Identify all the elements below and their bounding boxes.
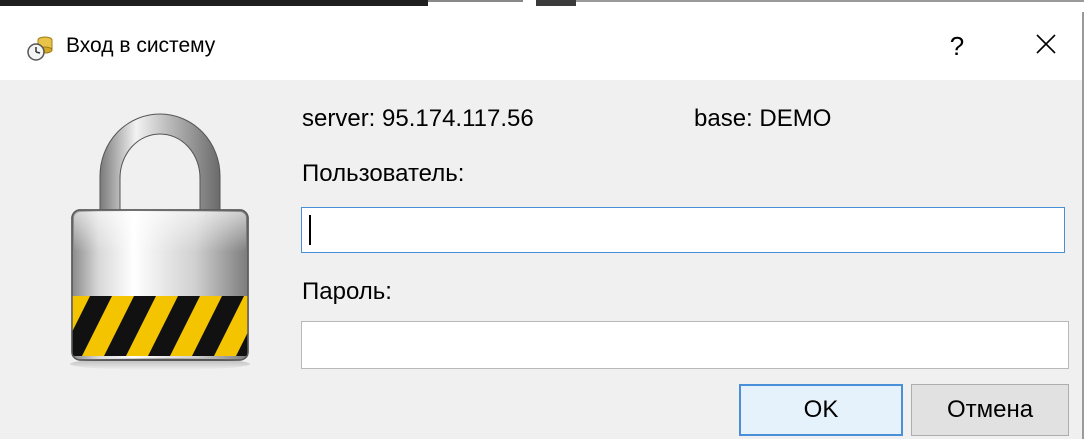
help-button[interactable]: ? <box>935 26 979 66</box>
base-info: base: DEMO <box>694 105 832 132</box>
close-button[interactable] <box>1022 26 1070 66</box>
database-clock-icon <box>26 33 56 63</box>
close-icon <box>1035 33 1057 60</box>
padlock-icon <box>60 106 260 371</box>
text-caret <box>309 215 311 245</box>
ok-button[interactable]: OK <box>739 384 903 436</box>
background-window-edge <box>0 0 1084 12</box>
password-label: Пароль: <box>302 278 392 305</box>
title-bar[interactable]: Вход в систему ? <box>0 12 1082 80</box>
dialog-body: server: 95.174.117.56 base: DEMO Пользов… <box>0 80 1082 439</box>
login-dialog: Вход в систему ? server: 95.174.117.56 b… <box>0 12 1084 439</box>
user-label: Пользователь: <box>302 160 465 187</box>
cancel-button[interactable]: Отмена <box>911 384 1069 436</box>
user-input[interactable] <box>301 207 1065 253</box>
server-info: server: 95.174.117.56 <box>302 105 534 132</box>
password-input[interactable] <box>301 321 1069 369</box>
window-title: Вход в систему <box>66 34 216 57</box>
